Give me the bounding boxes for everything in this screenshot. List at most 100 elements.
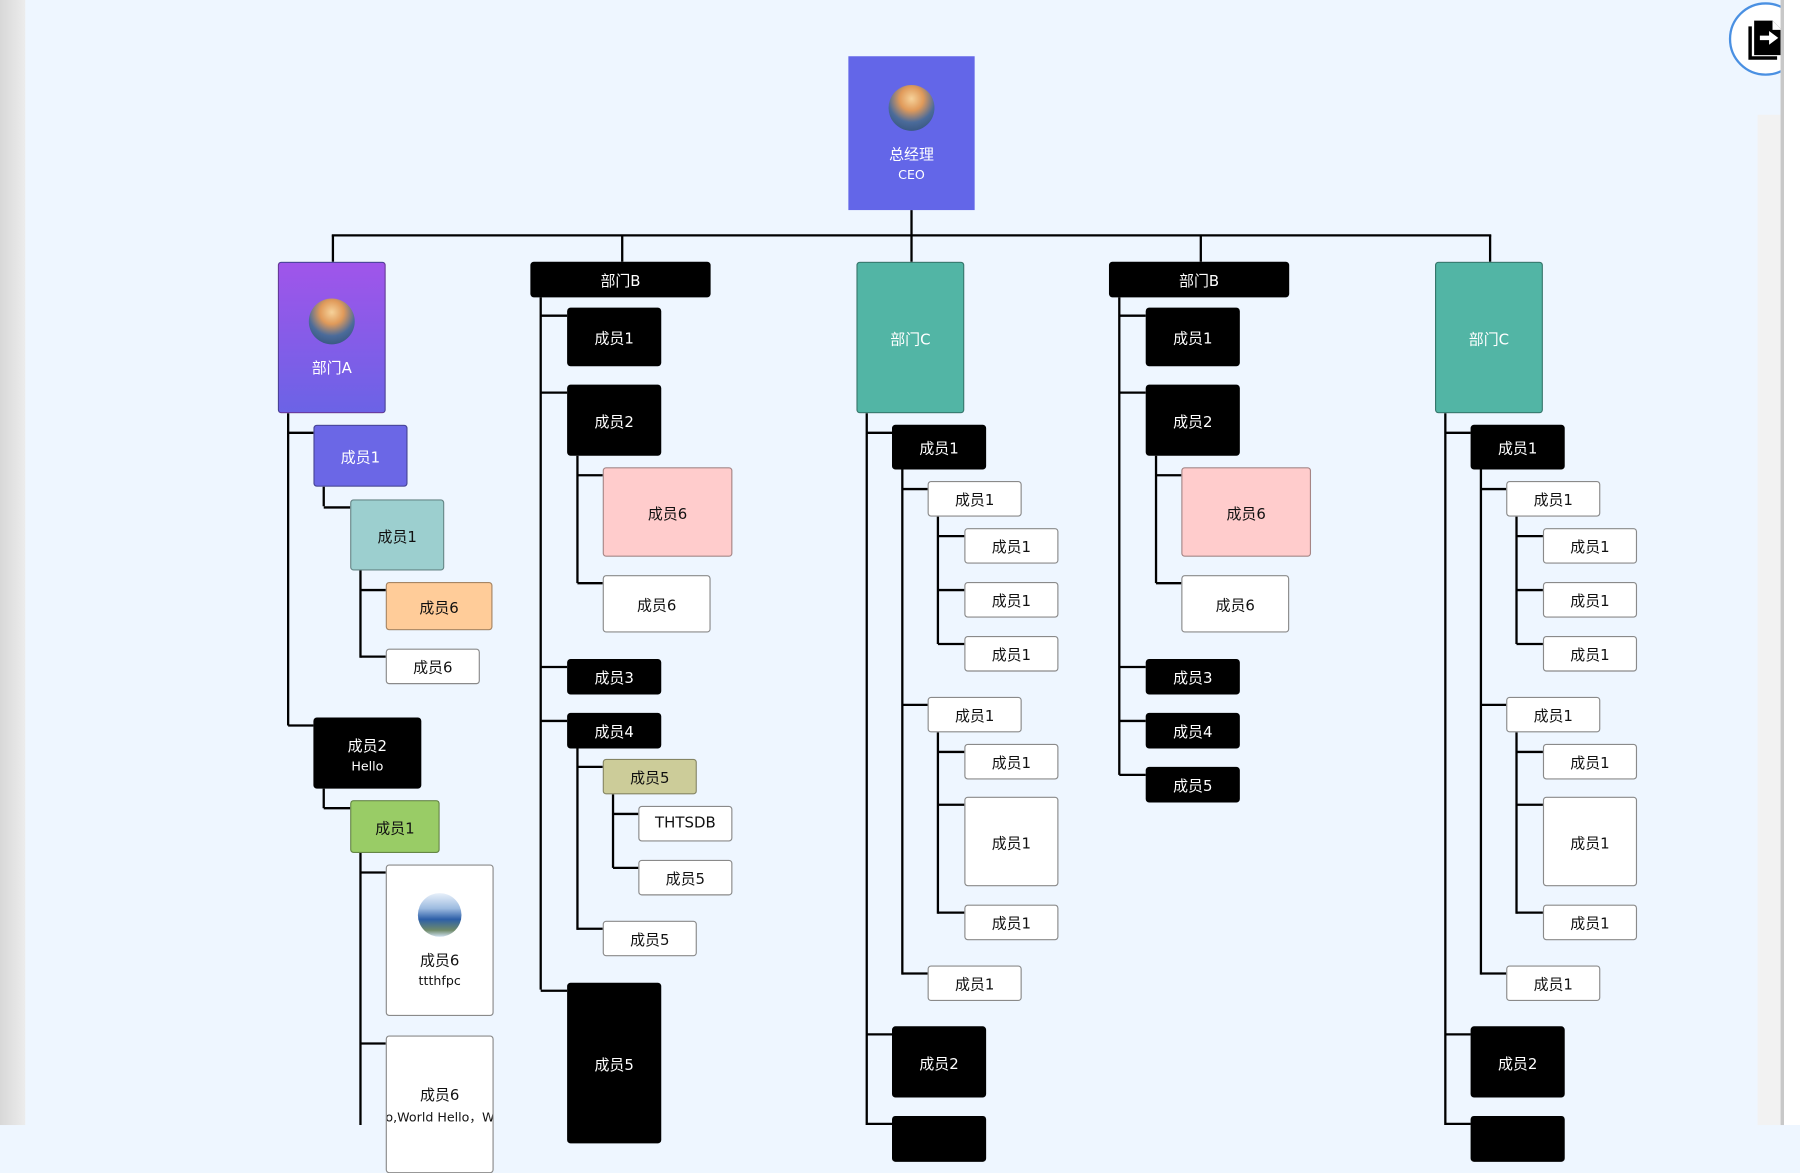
member-node[interactable]: 成员6 <box>602 467 733 557</box>
node-label: THTSDB <box>655 815 716 833</box>
member-node[interactable]: 成员6 <box>1181 575 1290 633</box>
node-label: 成员1 <box>1173 330 1213 348</box>
node-label: 成员1 <box>1533 492 1573 510</box>
member-node[interactable]: 成员1 <box>567 307 662 367</box>
department-node[interactable]: 部门A <box>277 261 386 414</box>
department-node[interactable]: 部门C <box>1435 261 1543 414</box>
member-node[interactable]: 成员2 <box>891 1026 987 1098</box>
ceo-node[interactable]: 总经理 CEO <box>848 56 975 211</box>
org-chart-canvas: 总经理 CEO 部门A 成员1 成员1 成员6 成员6 成员2 Hello 成员1 成员6 ttt… <box>0 0 1800 1173</box>
member-node[interactable]: THTSDB <box>638 805 733 842</box>
member-node[interactable]: 成员6 ttthfpc <box>385 864 494 1016</box>
node-label: 成员6 <box>413 660 453 678</box>
member-node[interactable]: 成员1 <box>1542 796 1638 887</box>
member-node[interactable]: 成员5 <box>567 982 662 1144</box>
node-label: 成员2 <box>1497 1055 1538 1073</box>
member-node[interactable]: 成员4 <box>1145 712 1240 749</box>
node-label: 成员3 <box>594 670 634 688</box>
node-label: 成员6 <box>420 952 460 970</box>
node-label: 成员2 <box>1173 413 1213 432</box>
member-node[interactable]: 成员6 <box>602 575 711 633</box>
node-label: 成员1 <box>954 708 995 726</box>
member-node[interactable]: 成员2 <box>1470 1026 1565 1098</box>
member-node[interactable]: 成员1 <box>1470 424 1565 470</box>
member-node[interactable]: 成员5 <box>638 859 733 896</box>
node-label: 部门A <box>311 359 352 378</box>
member-node[interactable]: 成员1 <box>964 743 1059 780</box>
node-label: 成员5 <box>665 871 706 889</box>
member-node[interactable]: 成员5 <box>602 920 697 957</box>
member-node[interactable]: 成员5 <box>602 758 697 795</box>
department-node[interactable]: 部门B <box>1108 261 1290 298</box>
node-label: 成员5 <box>1173 778 1213 796</box>
member-node[interactable]: 成员1 <box>927 965 1022 1002</box>
node-subtitle: Hello <box>351 758 384 774</box>
member-node[interactable]: 成员6 Hello,World Hello，World <box>385 1035 494 1173</box>
member-node[interactable]: 成员1 <box>1542 582 1638 618</box>
node-label: 成员1 <box>919 440 959 459</box>
node-label: 成员1 <box>1570 539 1610 557</box>
avatar <box>308 297 355 344</box>
member-node[interactable]: 成员1 <box>964 582 1059 618</box>
node-label: 部门C <box>1468 331 1510 349</box>
node-label: 成员6 <box>647 505 688 523</box>
member-node[interactable]: 成员1 <box>964 796 1059 887</box>
ceo-title: 总经理 <box>889 146 934 164</box>
member-node[interactable]: 成员3 <box>567 658 662 695</box>
member-node[interactable]: 成员1 <box>1145 307 1240 367</box>
node-subtitle: ttthfpc <box>418 972 461 988</box>
node-label: 成员1 <box>1533 708 1573 726</box>
node-label: 成员6 <box>636 597 677 615</box>
member-node[interactable]: 成员6 <box>385 648 480 685</box>
member-node[interactable]: 成员1 <box>964 528 1059 564</box>
department-node[interactable]: 部门C <box>856 261 965 414</box>
member-node[interactable]: 成员1 <box>927 696 1022 733</box>
member-node[interactable]: 成员1 <box>1506 696 1601 733</box>
member-node[interactable]: 成员6 <box>385 582 493 631</box>
member-node[interactable]: 成员1 <box>1542 743 1638 780</box>
node-label: 成员4 <box>594 724 634 742</box>
member-node[interactable]: 成员1 <box>891 424 987 470</box>
member-node[interactable] <box>1470 1115 1565 1162</box>
node-label: 成员1 <box>594 330 634 348</box>
member-node[interactable]: 成员1 <box>1542 528 1638 564</box>
node-label: 成员1 <box>1570 916 1610 934</box>
member-node[interactable]: 成员1 <box>964 635 1059 672</box>
node-label: 成员1 <box>1570 647 1610 665</box>
node-label: 成员2 <box>919 1055 959 1073</box>
node-label: 成员1 <box>1497 440 1538 459</box>
member-node[interactable]: 成员1 <box>964 904 1059 941</box>
node-label: 成员2 <box>594 413 634 432</box>
member-node[interactable]: 成员6 <box>1181 467 1312 557</box>
member-node[interactable]: 成员1 <box>350 800 440 853</box>
member-node[interactable]: 成员1 <box>1542 904 1638 941</box>
node-label: 成员1 <box>991 647 1032 665</box>
node-label: 成员6 <box>1226 505 1266 523</box>
member-node[interactable] <box>891 1115 987 1162</box>
ceo-avatar <box>888 84 935 131</box>
member-node[interactable]: 成员2 Hello <box>313 717 422 789</box>
node-label: 成员1 <box>1570 593 1610 611</box>
node-label: 成员4 <box>1173 724 1213 742</box>
member-node[interactable]: 成员1 <box>313 424 408 487</box>
node-label: 成员1 <box>954 976 995 995</box>
member-node[interactable]: 成员1 <box>1506 965 1601 1002</box>
member-node[interactable]: 成员4 <box>567 712 662 749</box>
member-node[interactable]: 成员1 <box>1542 635 1638 672</box>
member-node[interactable]: 成员3 <box>1145 658 1240 695</box>
node-label: 成员5 <box>630 770 670 788</box>
scrollbar-track[interactable] <box>1757 114 1781 1126</box>
node-label: 成员1 <box>1570 835 1610 853</box>
node-label: 成员1 <box>991 593 1032 611</box>
node-label: 成员5 <box>630 932 670 950</box>
department-node[interactable]: 部门B <box>530 261 711 298</box>
member-node[interactable]: 成员1 <box>350 499 445 571</box>
member-node[interactable]: 成员2 <box>567 384 662 456</box>
member-node[interactable]: 成员1 <box>1506 481 1601 517</box>
node-label: 成员5 <box>594 1056 634 1074</box>
node-label: 成员1 <box>954 492 995 510</box>
member-node[interactable]: 成员1 <box>927 481 1022 517</box>
member-node[interactable]: 成员5 <box>1145 766 1240 803</box>
member-node[interactable]: 成员2 <box>1145 384 1240 456</box>
node-label: 成员1 <box>375 820 415 838</box>
